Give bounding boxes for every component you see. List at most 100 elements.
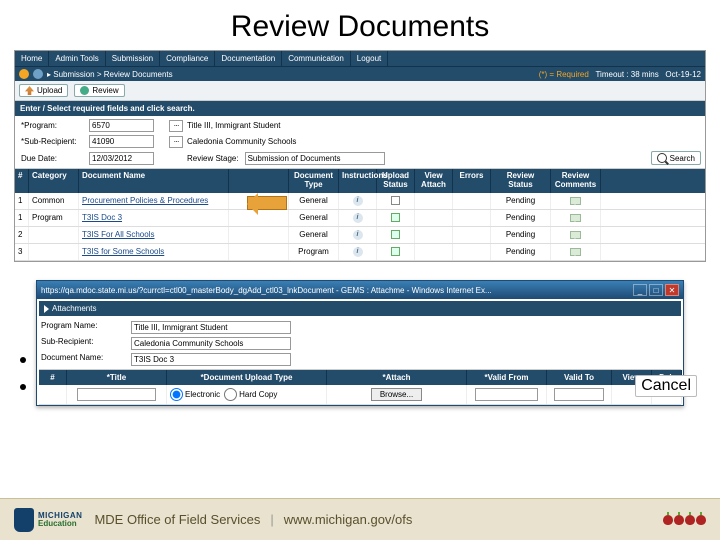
- status-square-icon: [391, 213, 400, 222]
- cell-review-comments[interactable]: [551, 193, 601, 209]
- status-square-icon: [391, 196, 400, 205]
- table-row: 1ProgramT3IS Doc 3GeneraliPending: [15, 210, 705, 227]
- popup-subrecipient-input[interactable]: [131, 337, 291, 350]
- popup-docname-label: Document Name:: [41, 353, 131, 366]
- upload-button[interactable]: Upload: [19, 84, 68, 97]
- comment-icon: [570, 248, 581, 256]
- cell-docname[interactable]: T3IS for Some Schools: [79, 244, 229, 260]
- breadcrumb: ▸ Submission > Review Documents: [47, 70, 173, 79]
- nav-admin[interactable]: Admin Tools: [49, 51, 105, 66]
- popup-info: Program Name: Sub-Recipient: Document Na…: [39, 318, 681, 370]
- shield-icon: [14, 508, 34, 532]
- popup-row: Electronic Hard Copy Browse...: [39, 385, 681, 405]
- popup-program-input[interactable]: [131, 321, 291, 334]
- brand-bottom: Education: [38, 520, 82, 528]
- review-stage-input[interactable]: [245, 152, 385, 165]
- col-review-status[interactable]: Review Status: [491, 169, 551, 193]
- program-code-input[interactable]: [89, 119, 154, 132]
- search-button[interactable]: Search: [651, 151, 701, 165]
- attachments-panel-header[interactable]: Attachments: [39, 301, 681, 316]
- col-errors[interactable]: Errors: [453, 169, 491, 193]
- valid-to-input[interactable]: [554, 388, 603, 401]
- status-square-icon: [391, 230, 400, 239]
- info-icon: i: [353, 196, 363, 206]
- cancel-button[interactable]: Cancel: [635, 375, 697, 397]
- attachment-popup: https://qa.mdoc.state.mi.us/?currctl=ctl…: [36, 280, 684, 406]
- radio-electronic[interactable]: Electronic: [170, 388, 220, 401]
- cell-docname[interactable]: T3IS Doc 3: [79, 210, 229, 226]
- col-doctype[interactable]: Document Type: [289, 169, 339, 193]
- breadcrumb-bar: ▸ Submission > Review Documents (*) = Re…: [15, 67, 705, 81]
- col-docname[interactable]: Document Name: [79, 169, 229, 193]
- cell-docname[interactable]: Procurement Policies & Procedures: [79, 193, 229, 209]
- cell-review-comments[interactable]: [551, 227, 601, 243]
- footer-office: MDE Office of Field Services: [94, 512, 260, 527]
- popup-docname-input[interactable]: [131, 353, 291, 366]
- radio-hardcopy[interactable]: Hard Copy: [224, 388, 277, 401]
- cell-review-comments[interactable]: [551, 244, 601, 260]
- subrecipient-code-input[interactable]: [89, 135, 154, 148]
- status-square-icon: [391, 247, 400, 256]
- subrecipient-label: *Sub-Recipient:: [19, 137, 89, 146]
- popup-title-input[interactable]: [77, 388, 156, 401]
- popup-program-label: Program Name:: [41, 321, 131, 334]
- michigan-logo: MICHIGAN Education: [14, 508, 82, 532]
- nav-documentation[interactable]: Documentation: [215, 51, 282, 66]
- subrecipient-name: Caledonia Community Schools: [187, 137, 701, 146]
- review-button[interactable]: Review: [74, 84, 124, 97]
- valid-from-input[interactable]: [475, 388, 537, 401]
- col-num[interactable]: #: [15, 169, 29, 193]
- review-icon: [80, 86, 89, 95]
- cell-category: [29, 244, 79, 260]
- cell-instructions[interactable]: i: [339, 227, 377, 243]
- cell-instructions[interactable]: i: [339, 193, 377, 209]
- table-row: 1CommonProcurement Policies & Procedures…: [15, 193, 705, 210]
- apples-icon: [663, 515, 706, 525]
- minimize-button[interactable]: _: [633, 284, 647, 296]
- cell-review-comments[interactable]: [551, 210, 601, 226]
- comment-icon: [570, 214, 581, 222]
- cell-view-attach: [415, 244, 453, 260]
- cell-review-status: Pending: [491, 227, 551, 243]
- top-nav: Home Admin Tools Submission Compliance D…: [15, 51, 705, 67]
- cell-view-attach: [415, 210, 453, 226]
- cell-review-status: Pending: [491, 244, 551, 260]
- back-icon[interactable]: [19, 69, 29, 79]
- due-date-input[interactable]: [89, 152, 154, 165]
- app-screenshot: Home Admin Tools Submission Compliance D…: [14, 50, 706, 262]
- cell-category: Common: [29, 193, 79, 209]
- col-review-comments[interactable]: Review Comments: [551, 169, 601, 193]
- browse-button[interactable]: Browse...: [371, 388, 422, 401]
- pcol-valid-to: Valid To: [547, 370, 612, 385]
- cell-doctype: General: [289, 210, 339, 226]
- cell-docname[interactable]: T3IS For All Schools: [79, 227, 229, 243]
- cell-num: 2: [15, 227, 29, 243]
- review-stage-label: Review Stage:: [187, 154, 239, 163]
- col-upload-status[interactable]: Upload Status: [377, 169, 415, 193]
- home-icon[interactable]: [33, 69, 43, 79]
- close-button[interactable]: ✕: [665, 284, 679, 296]
- nav-home[interactable]: Home: [15, 51, 49, 66]
- info-icon: i: [353, 213, 363, 223]
- timeout-label: Timeout : 38 mins: [595, 70, 658, 79]
- nav-submission[interactable]: Submission: [106, 51, 160, 66]
- col-instructions[interactable]: Instructions: [339, 169, 377, 193]
- col-view-attach[interactable]: View Attach: [415, 169, 453, 193]
- cell-review-status: Pending: [491, 210, 551, 226]
- program-label: *Program:: [19, 121, 89, 130]
- col-category[interactable]: Category: [29, 169, 79, 193]
- info-icon: i: [353, 230, 363, 240]
- cell-instructions[interactable]: i: [339, 210, 377, 226]
- nav-communication[interactable]: Communication: [282, 51, 351, 66]
- maximize-button[interactable]: □: [649, 284, 663, 296]
- nav-logout[interactable]: Logout: [351, 51, 388, 66]
- pcol-title: *Title: [67, 370, 167, 385]
- search-panel-header: Enter / Select required fields and click…: [15, 101, 705, 116]
- pcol-valid-from: *Valid From: [467, 370, 547, 385]
- cell-instructions[interactable]: i: [339, 244, 377, 260]
- cell-errors: [453, 193, 491, 209]
- subrecipient-lookup-button[interactable]: ···: [169, 136, 183, 148]
- date-label: Oct-19-12: [665, 70, 701, 79]
- program-lookup-button[interactable]: ···: [169, 120, 183, 132]
- nav-compliance[interactable]: Compliance: [160, 51, 215, 66]
